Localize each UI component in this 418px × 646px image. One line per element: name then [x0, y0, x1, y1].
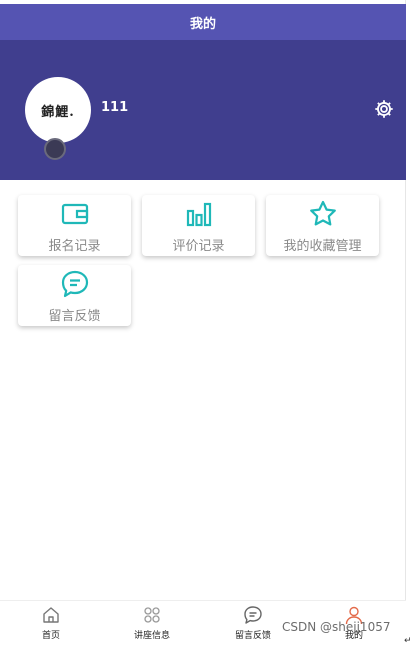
- username: 111: [101, 100, 129, 115]
- menu-item-my-favorites[interactable]: 我的收藏管理: [266, 195, 379, 256]
- tab-label: 首页: [41, 631, 60, 641]
- chat-bubble-icon: [61, 270, 88, 298]
- menu-item-review-records[interactable]: 评价记录: [142, 195, 255, 256]
- tab-feedback[interactable]: 留言反馈: [218, 605, 288, 641]
- avatar[interactable]: 錦鯉.: [25, 77, 91, 143]
- page-title: 我的: [189, 16, 216, 32]
- chat-icon: [244, 606, 262, 624]
- page-title-bar: 我的: [0, 4, 406, 40]
- home-icon: [43, 607, 59, 623]
- menu-item-label: 报名记录: [48, 239, 101, 254]
- tab-label: 留言反馈: [234, 631, 271, 641]
- menu-item-label: 留言反馈: [48, 309, 101, 324]
- watermark: CSDN @shejj1057: [282, 620, 391, 634]
- tab-home[interactable]: 首页: [16, 605, 86, 641]
- avatar-text: 錦鯉.: [41, 104, 75, 120]
- return-mark: ↵: [404, 636, 412, 646]
- grid-icon: [144, 607, 160, 623]
- menu-item-feedback[interactable]: 留言反馈: [18, 265, 131, 326]
- menu-item-label: 我的收藏管理: [283, 239, 362, 254]
- bar-chart-icon: [186, 202, 211, 227]
- gear-icon[interactable]: [373, 98, 395, 120]
- profile-header: 錦鯉. 111: [0, 40, 406, 180]
- phone-screen: 我的 錦鯉. 111 报名记录 评价记录 我的收藏管理 留言反馈 首页 讲座信息…: [0, 0, 406, 646]
- wallet-icon: [61, 203, 88, 225]
- star-icon: [309, 200, 336, 226]
- menu-item-label: 评价记录: [172, 239, 225, 254]
- avatar-badge: [44, 138, 66, 160]
- menu-item-registration-records[interactable]: 报名记录: [18, 195, 131, 256]
- tab-label: 讲座信息: [133, 631, 170, 641]
- tab-lecture-info[interactable]: 讲座信息: [117, 605, 187, 641]
